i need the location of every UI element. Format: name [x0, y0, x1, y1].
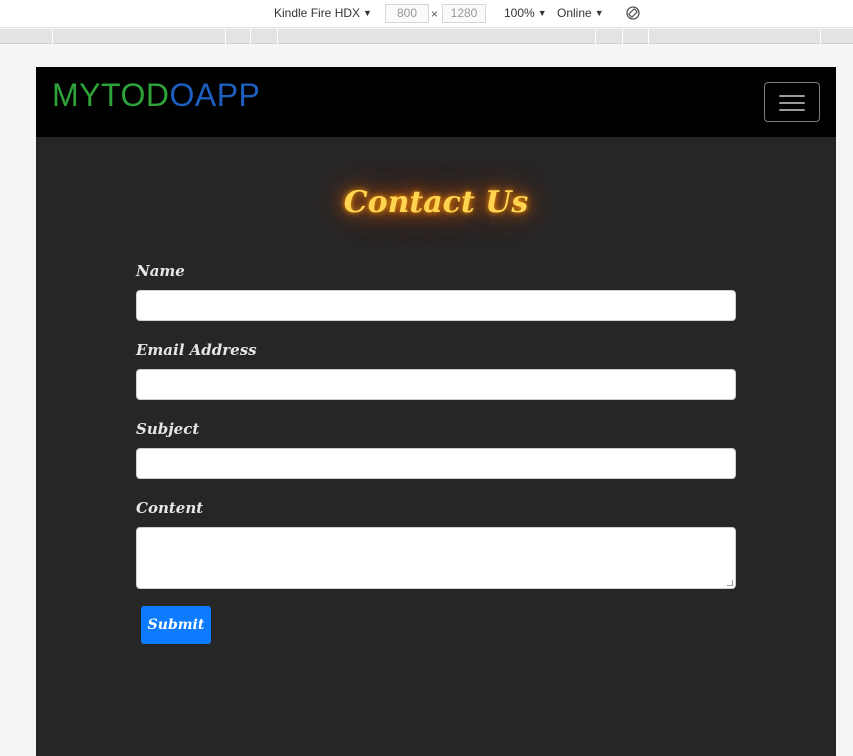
content-textarea[interactable] [136, 527, 736, 589]
subject-input[interactable] [136, 448, 736, 479]
email-input[interactable] [136, 369, 736, 400]
content-label: Content [136, 499, 204, 517]
subject-label: Subject [136, 420, 200, 438]
device-select[interactable]: Kindle Fire HDX ▼ [274, 6, 372, 20]
zoom-select[interactable]: 100% ▼ [504, 6, 547, 20]
resize-grip-icon[interactable] [727, 580, 733, 586]
name-input[interactable] [136, 290, 736, 321]
width-input[interactable]: 800 [385, 4, 429, 23]
network-select[interactable]: Online ▼ [557, 6, 604, 20]
brand-logo[interactable]: MYTODOAPP [52, 77, 260, 114]
rotate-icon[interactable] [626, 6, 640, 20]
email-label: Email Address [136, 341, 257, 359]
network-label: Online [557, 6, 592, 20]
brand-part-1: MYTOD [52, 77, 170, 113]
device-toolbar: Kindle Fire HDX ▼ 800 × 1280 100% ▼ Online… [0, 0, 853, 28]
chevron-down-icon: ▼ [594, 8, 604, 18]
device-label: Kindle Fire HDX [274, 6, 361, 20]
chevron-down-icon: ▼ [363, 8, 372, 18]
height-input[interactable]: 1280 [442, 4, 486, 23]
zoom-label: 100% [504, 6, 535, 20]
navbar: MYTODOAPP [36, 67, 836, 137]
chevron-down-icon: ▼ [537, 8, 547, 18]
media-query-ruler[interactable] [0, 29, 853, 44]
brand-part-2: OAPP [169, 77, 261, 113]
name-label: Name [136, 262, 185, 280]
times-sign: × [431, 7, 439, 21]
navbar-toggle-button[interactable] [764, 82, 820, 122]
page-title: Contact Us [343, 185, 529, 220]
submit-button[interactable]: Submit [141, 606, 211, 644]
page-viewport: MYTODOAPP Contact Us Name Email Address … [36, 67, 836, 756]
